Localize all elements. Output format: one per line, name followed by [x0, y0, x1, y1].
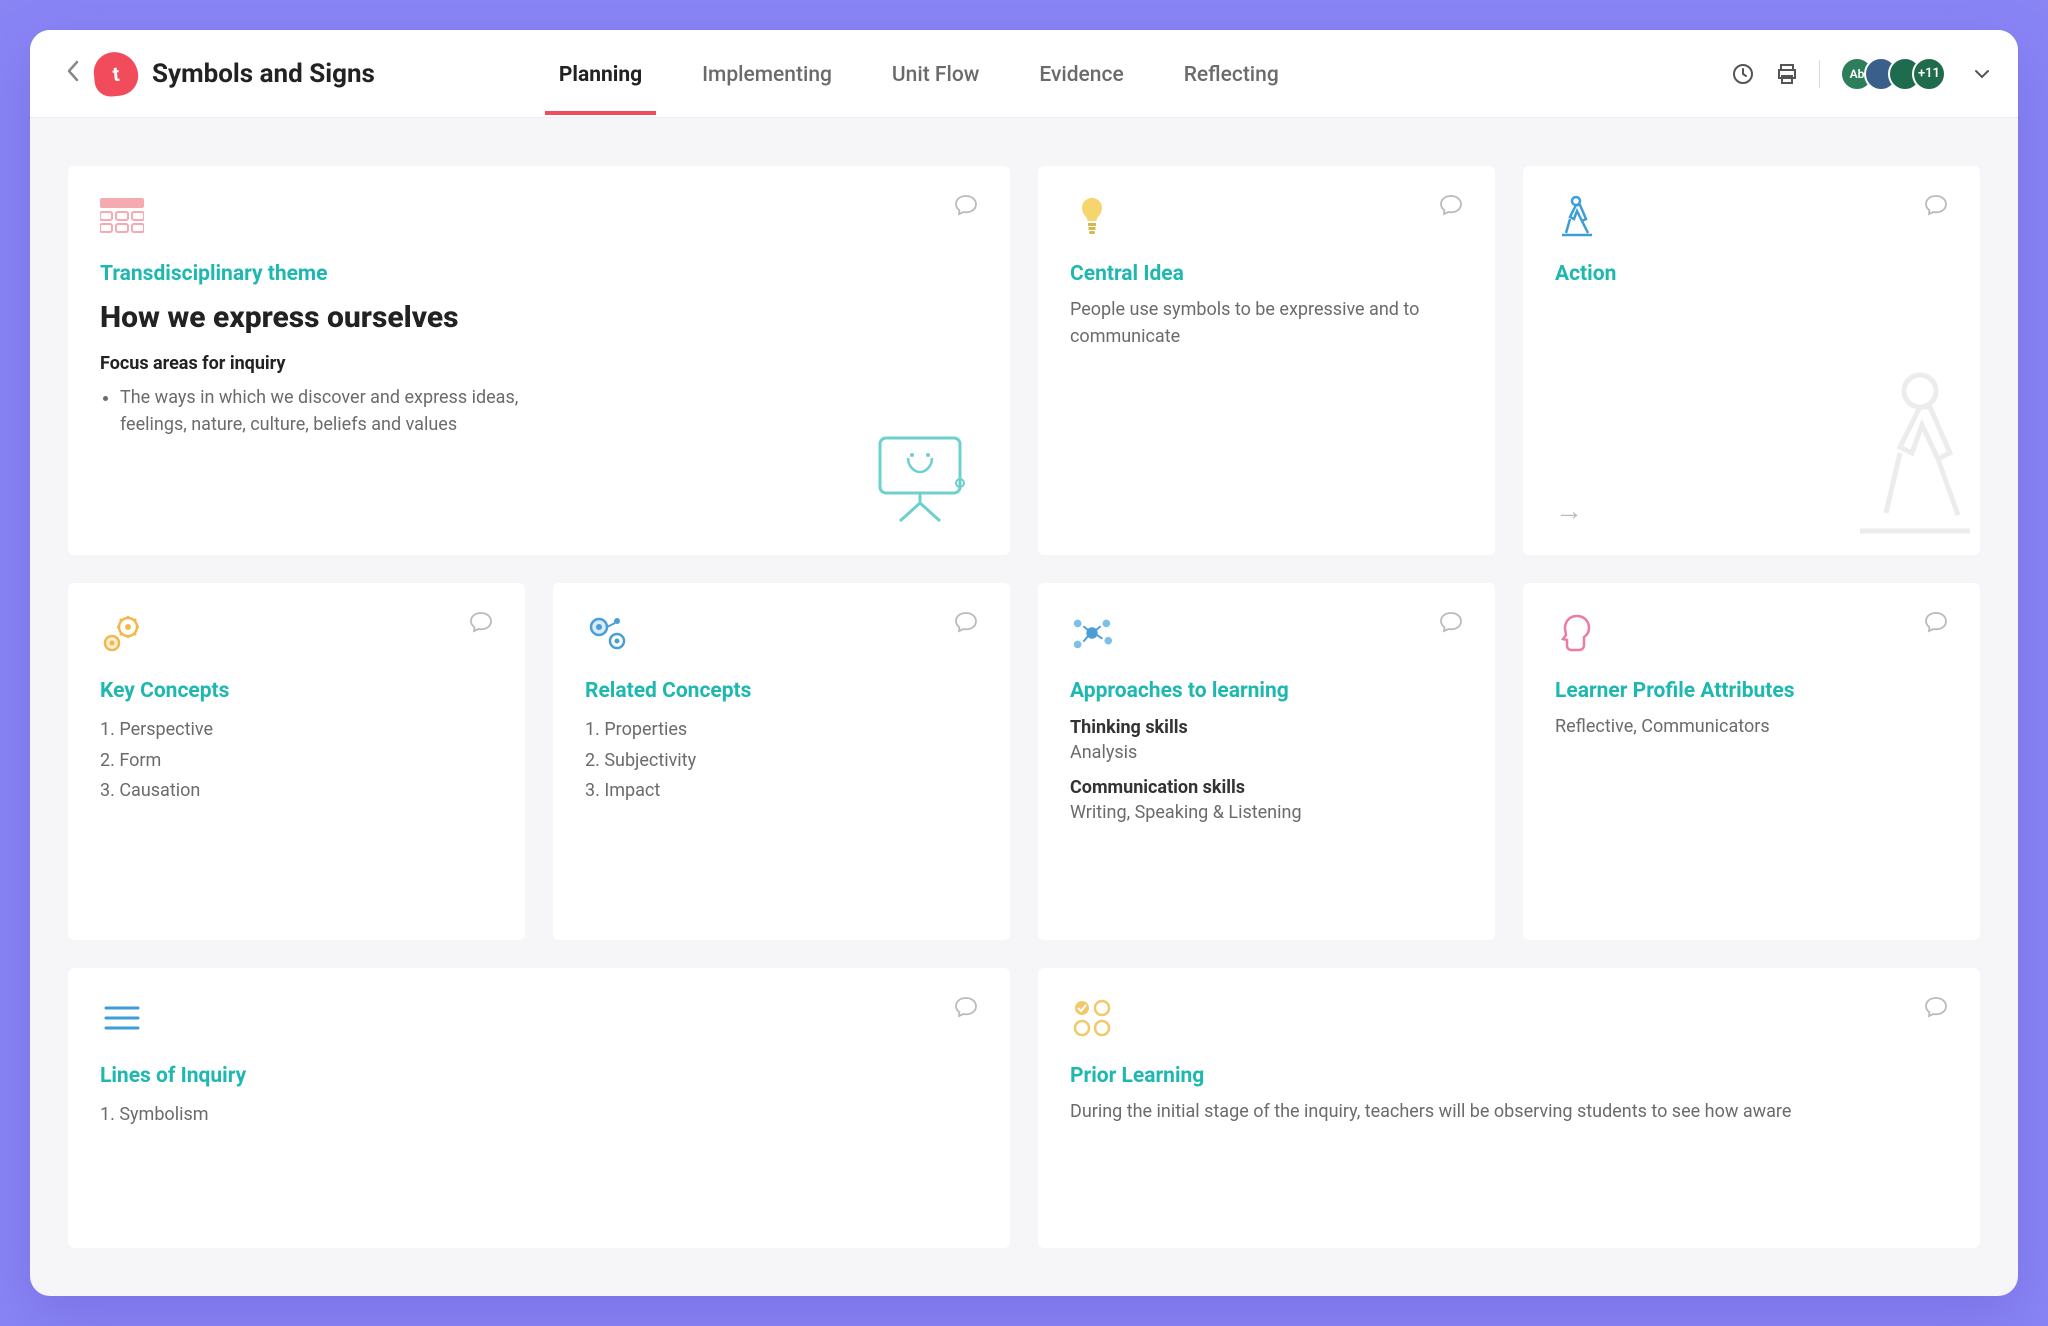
gears-icon [100, 611, 144, 655]
skill-title: Thinking skills [1070, 717, 1463, 738]
card-title: Learner Profile Attributes [1555, 679, 1948, 703]
lightbulb-icon [1070, 194, 1114, 238]
skill-group-thinking: Thinking skills Analysis [1070, 717, 1463, 763]
list-item: 3. Causation [100, 776, 493, 807]
comment-icon[interactable] [1924, 996, 1948, 1022]
comment-icon[interactable] [954, 611, 978, 637]
card-related-concepts[interactable]: Related Concepts 1. Properties 2. Subjec… [553, 583, 1010, 940]
skill-text: Analysis [1070, 742, 1463, 763]
tab-implementing[interactable]: Implementing [698, 33, 836, 115]
tab-planning[interactable]: Planning [555, 33, 646, 115]
comment-icon[interactable] [1439, 611, 1463, 637]
topbar-right: Ab +11 [1731, 57, 1990, 91]
comment-icon[interactable] [1924, 194, 1948, 220]
lines-of-inquiry-list: 1. Symbolism [100, 1100, 978, 1131]
card-title: Action [1555, 262, 1948, 286]
app-window: t Symbols and Signs Planning Implementin… [30, 30, 2018, 1296]
tab-bar: Planning Implementing Unit Flow Evidence… [555, 33, 1283, 115]
chevron-down-icon[interactable] [1974, 64, 1990, 83]
theme-heading: How we express ourselves [100, 300, 978, 335]
collaborator-avatars[interactable]: Ab +11 [1840, 57, 1946, 91]
divider [1819, 60, 1820, 88]
card-title: Prior Learning [1070, 1064, 1948, 1088]
related-concepts-list: 1. Properties 2. Subjectivity 3. Impact [585, 715, 978, 807]
app-logo: t [92, 50, 140, 98]
skill-group-communication: Communication skills Writing, Speaking &… [1070, 777, 1463, 823]
card-central-idea[interactable]: Central Idea People use symbols to be ex… [1038, 166, 1495, 555]
card-title: Transdisciplinary theme [100, 262, 978, 286]
card-title: Approaches to learning [1070, 679, 1463, 703]
action-figure-icon [1555, 194, 1599, 238]
network-gear-icon [585, 611, 629, 655]
clock-icon[interactable] [1731, 62, 1755, 86]
list-item: 1. Properties [585, 715, 978, 746]
nodes-icon [1070, 611, 1114, 655]
tab-reflecting[interactable]: Reflecting [1180, 33, 1283, 115]
focus-areas-label: Focus areas for inquiry [100, 353, 978, 374]
learner-profile-text: Reflective, Communicators [1555, 713, 1948, 740]
prior-learning-text: During the initial stage of the inquiry,… [1070, 1098, 1948, 1125]
card-transdisciplinary-theme[interactable]: Transdisciplinary theme How we express o… [68, 166, 1010, 555]
card-learner-profile[interactable]: Learner Profile Attributes Reflective, C… [1523, 583, 1980, 940]
tab-evidence[interactable]: Evidence [1035, 33, 1127, 115]
comment-icon[interactable] [1439, 194, 1463, 220]
print-icon[interactable] [1775, 62, 1799, 86]
comment-icon[interactable] [954, 194, 978, 220]
comment-icon[interactable] [469, 611, 493, 637]
topbar: t Symbols and Signs Planning Implementin… [30, 30, 2018, 118]
skill-title: Communication skills [1070, 777, 1463, 798]
comment-icon[interactable] [954, 996, 978, 1022]
skill-text: Writing, Speaking & Listening [1070, 802, 1463, 823]
list-item: 2. Form [100, 746, 493, 777]
card-action[interactable]: Action → [1523, 166, 1980, 555]
tab-unit-flow[interactable]: Unit Flow [888, 33, 983, 115]
action-watermark-icon [1860, 371, 1970, 545]
card-title: Central Idea [1070, 262, 1463, 286]
page-title: Symbols and Signs [152, 59, 375, 89]
arrow-right-icon[interactable]: → [1555, 494, 1583, 527]
card-approaches-to-learning[interactable]: Approaches to learning Thinking skills A… [1038, 583, 1495, 940]
list-item: 3. Impact [585, 776, 978, 807]
card-title: Related Concepts [585, 679, 978, 703]
list-item: 1. Perspective [100, 715, 493, 746]
key-concepts-list: 1. Perspective 2. Form 3. Causation [100, 715, 493, 807]
list-item: 2. Subjectivity [585, 746, 978, 777]
profile-head-icon [1555, 611, 1599, 655]
content-grid: Transdisciplinary theme How we express o… [30, 118, 2018, 1296]
central-idea-text: People use symbols to be expressive and … [1070, 296, 1463, 350]
comment-icon[interactable] [1924, 611, 1948, 637]
focus-areas-list: The ways in which we discover and expres… [100, 384, 520, 438]
card-title: Lines of Inquiry [100, 1064, 978, 1088]
easel-icon [870, 433, 970, 527]
card-prior-learning[interactable]: Prior Learning During the initial stage … [1038, 968, 1980, 1248]
card-lines-of-inquiry[interactable]: Lines of Inquiry 1. Symbolism [68, 968, 1010, 1248]
lines-icon [100, 996, 144, 1040]
card-key-concepts[interactable]: Key Concepts 1. Perspective 2. Form 3. C… [68, 583, 525, 940]
grid-icon [100, 194, 144, 238]
avatar-more: +11 [1912, 57, 1946, 91]
card-title: Key Concepts [100, 679, 493, 703]
four-circles-icon [1070, 996, 1114, 1040]
back-button[interactable] [58, 54, 88, 94]
focus-area-item: The ways in which we discover and expres… [120, 384, 520, 438]
list-item: 1. Symbolism [100, 1100, 978, 1131]
